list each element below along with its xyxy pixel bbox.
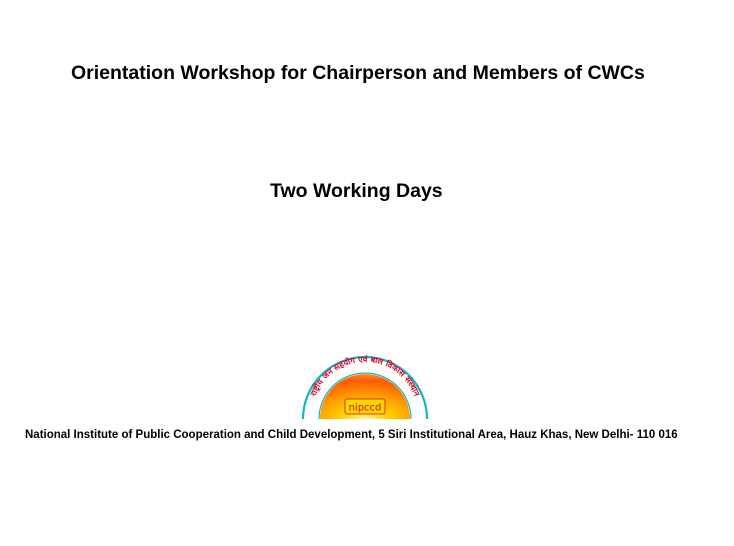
institute-address: National Institute of Public Cooperation… bbox=[25, 429, 678, 441]
page-subtitle: Two Working Days bbox=[270, 180, 443, 202]
nipccd-logo-icon: राष्ट्रीय जन सहयोग एवं बाल विकास संस्थान… bbox=[301, 355, 429, 420]
logo-mark-text: nipccd bbox=[349, 403, 382, 414]
document-page: Orientation Workshop for Chairperson and… bbox=[0, 0, 734, 546]
page-title: Orientation Workshop for Chairperson and… bbox=[71, 62, 645, 84]
